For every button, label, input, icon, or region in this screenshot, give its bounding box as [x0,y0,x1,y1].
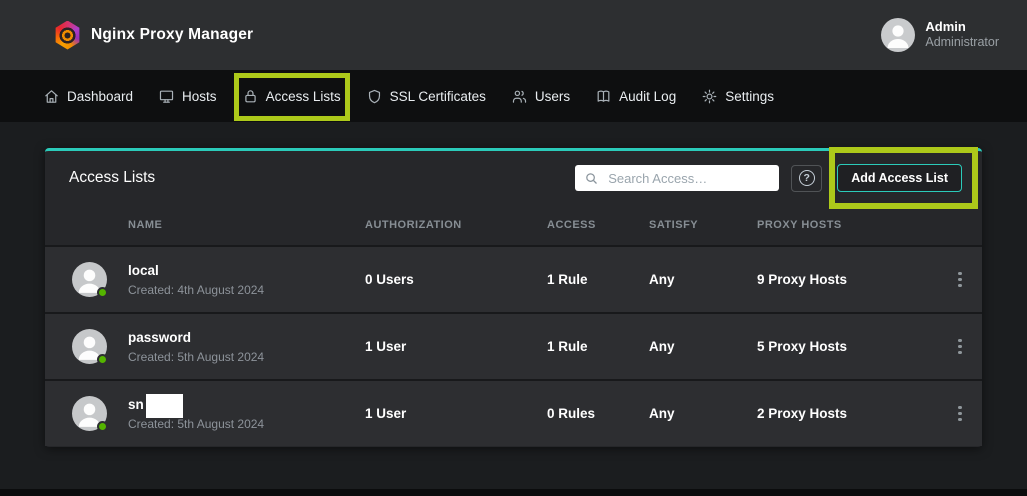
created-date: Created: 4th August 2024 [128,283,365,297]
row-avatar [72,262,107,297]
nav-item-settings[interactable]: Settings [701,88,774,105]
table-row: sn Created: 5th August 2024 1 User 0 Rul… [45,379,982,446]
page-content: Access Lists ? Add Access List [0,148,1027,496]
col-header-access: ACCESS [547,219,649,231]
redaction-box [146,394,183,418]
person-icon [881,18,915,52]
table-row: password Created: 5th August 2024 1 User… [45,312,982,379]
status-online-dot [97,287,108,298]
nav-label: SSL Certificates [390,89,486,104]
users-icon [511,88,528,105]
proxy-hosts-cell: 9 Proxy Hosts [757,272,938,287]
search-input[interactable] [606,170,770,187]
table-header-row: NAME AUTHORIZATION ACCESS SATISFY PROXY … [45,205,982,245]
search-box [575,165,779,191]
add-access-list-wrap: Add Access List [837,164,962,192]
question-mark-icon: ? [799,170,815,186]
kebab-menu-icon[interactable] [952,334,968,360]
home-icon [43,88,60,105]
user-avatar [881,18,915,52]
book-icon [595,88,612,105]
user-role: Administrator [925,35,999,51]
col-header-authorization: AUTHORIZATION [365,219,547,231]
monitor-icon [158,88,175,105]
satisfy-cell: Any [649,339,757,354]
nav-item-dashboard[interactable]: Dashboard [43,88,133,105]
nav-label: Dashboard [67,89,133,104]
window-bottom-edge [0,489,1027,496]
help-button[interactable]: ? [791,165,822,192]
access-cell: 1 Rule [547,339,649,354]
row-avatar [72,329,107,364]
access-list-name: sn [128,397,144,412]
npm-logo-icon [54,21,81,50]
proxy-hosts-cell: 2 Proxy Hosts [757,406,938,421]
nav-item-hosts[interactable]: Hosts [158,88,217,105]
col-header-proxy-hosts: PROXY HOSTS [757,219,938,231]
row-avatar [72,396,107,431]
satisfy-cell: Any [649,272,757,287]
access-cell: 0 Rules [547,406,649,421]
authorization-cell: 1 User [365,406,547,421]
nginx-proxy-manager-app: Nginx Proxy Manager Admin Administrator … [0,0,1027,496]
authorization-cell: 0 Users [365,272,547,287]
proxy-hosts-cell: 5 Proxy Hosts [757,339,938,354]
access-lists-panel: Access Lists ? Add Access List [45,148,982,447]
col-header-satisfy: SATISFY [649,219,757,231]
page-title: Access Lists [69,169,563,187]
authorization-cell: 1 User [365,339,547,354]
nav-item-audit-log[interactable]: Audit Log [595,88,676,105]
kebab-menu-icon[interactable] [952,267,968,293]
top-bar: Nginx Proxy Manager Admin Administrator [0,0,1027,70]
nav-label: Access Lists [266,89,341,104]
status-online-dot [97,354,108,365]
nav-label: Users [535,89,570,104]
status-online-dot [97,421,108,432]
gear-icon [701,88,718,105]
panel-header: Access Lists ? Add Access List [45,151,982,205]
user-menu[interactable]: Admin Administrator [881,18,999,52]
main-nav: Dashboard Hosts Access Lists SSL Certifi… [0,70,1027,122]
access-cell: 1 Rule [547,272,649,287]
satisfy-cell: Any [649,406,757,421]
access-list-name: local [128,263,159,278]
nav-item-users[interactable]: Users [511,88,570,105]
nav-label: Hosts [182,89,217,104]
nav-label: Audit Log [619,89,676,104]
nav-label: Settings [725,89,774,104]
shield-icon [366,88,383,105]
search-icon [584,171,599,186]
created-date: Created: 5th August 2024 [128,350,365,364]
access-list-name: password [128,330,191,345]
lock-icon [242,88,259,105]
table-row: local Created: 4th August 2024 0 Users 1… [45,245,982,312]
created-date: Created: 5th August 2024 [128,417,365,431]
user-name: Admin [925,19,999,35]
app-title: Nginx Proxy Manager [91,26,253,44]
nav-item-ssl-certificates[interactable]: SSL Certificates [366,88,486,105]
col-header-name: NAME [128,219,365,231]
nav-item-access-lists[interactable]: Access Lists [242,88,341,105]
add-access-list-button[interactable]: Add Access List [837,164,962,192]
kebab-menu-icon[interactable] [952,401,968,427]
